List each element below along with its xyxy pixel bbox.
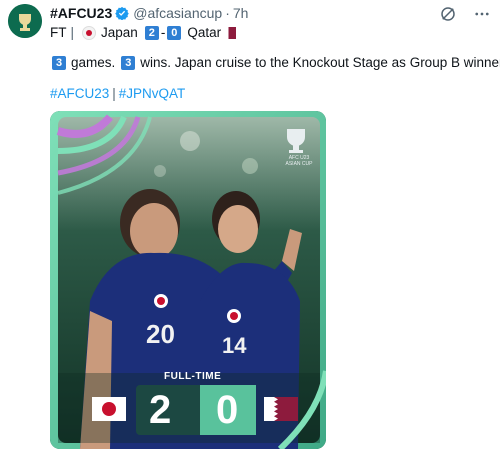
full-time-label: FULL-TIME (164, 371, 222, 382)
post-media-image[interactable]: AFC U23 ASIAN CUP 20 14 FULL-TIME 2 0 (50, 111, 326, 449)
qatar-flag-icon (225, 26, 237, 39)
games-count-badge: 3 (52, 55, 66, 70)
hashtag-jpnvqat[interactable]: #JPNvQAT (119, 86, 186, 101)
post-hashtags: #AFCU23 | #JPNvQAT (50, 86, 185, 101)
afc-logo-text: AFC U23 ASIAN CUP (279, 155, 319, 167)
jersey-number-right: 14 (222, 333, 247, 358)
team-away: Qatar (187, 25, 222, 40)
games-text: games. (71, 55, 116, 70)
more-icon (475, 12, 489, 16)
hashtag-pipe: | (112, 86, 116, 101)
badge-sub: ASIAN CUP (285, 161, 313, 167)
ft-label: FT (50, 25, 67, 40)
japan-flag-icon (82, 25, 97, 40)
wins-count-badge: 3 (121, 55, 136, 70)
post-text-line-2: 3 games. 3 wins. Japan cruise to the Kno… (50, 55, 500, 70)
account-handle[interactable]: @afcasiancup (133, 5, 222, 21)
qatar-flag-large (264, 397, 298, 421)
top-actions (438, 4, 492, 24)
team-home: Japan (101, 25, 138, 40)
hashtag-afcu23[interactable]: #AFCU23 (50, 86, 109, 101)
avatar[interactable] (8, 4, 42, 38)
afc-logo-avatar (8, 4, 42, 38)
score-away-large: 0 (216, 388, 239, 432)
account-name[interactable]: #AFCU23 (50, 5, 112, 21)
grok-icon (441, 7, 455, 21)
score-home-large: 2 (149, 388, 172, 432)
jersey-number-left: 20 (146, 319, 175, 349)
score-home-badge: 2 (144, 25, 159, 40)
score-away-badge: 0 (167, 25, 182, 40)
verified-badge-icon (115, 6, 130, 20)
post-header: #AFCU23 @afcasiancup · 7h (50, 5, 248, 21)
wins-text: wins. Japan cruise to the Knockout Stage… (140, 55, 500, 70)
post-time[interactable]: 7h (233, 5, 249, 21)
separator-dot: · (225, 5, 230, 21)
post-text-line-1: FT | Japan 2 - 0 Qatar (50, 25, 237, 40)
pipe-separator: | (70, 25, 75, 40)
more-button[interactable] (472, 4, 492, 24)
score-dash: - (160, 25, 166, 40)
grok-button[interactable] (438, 4, 458, 24)
